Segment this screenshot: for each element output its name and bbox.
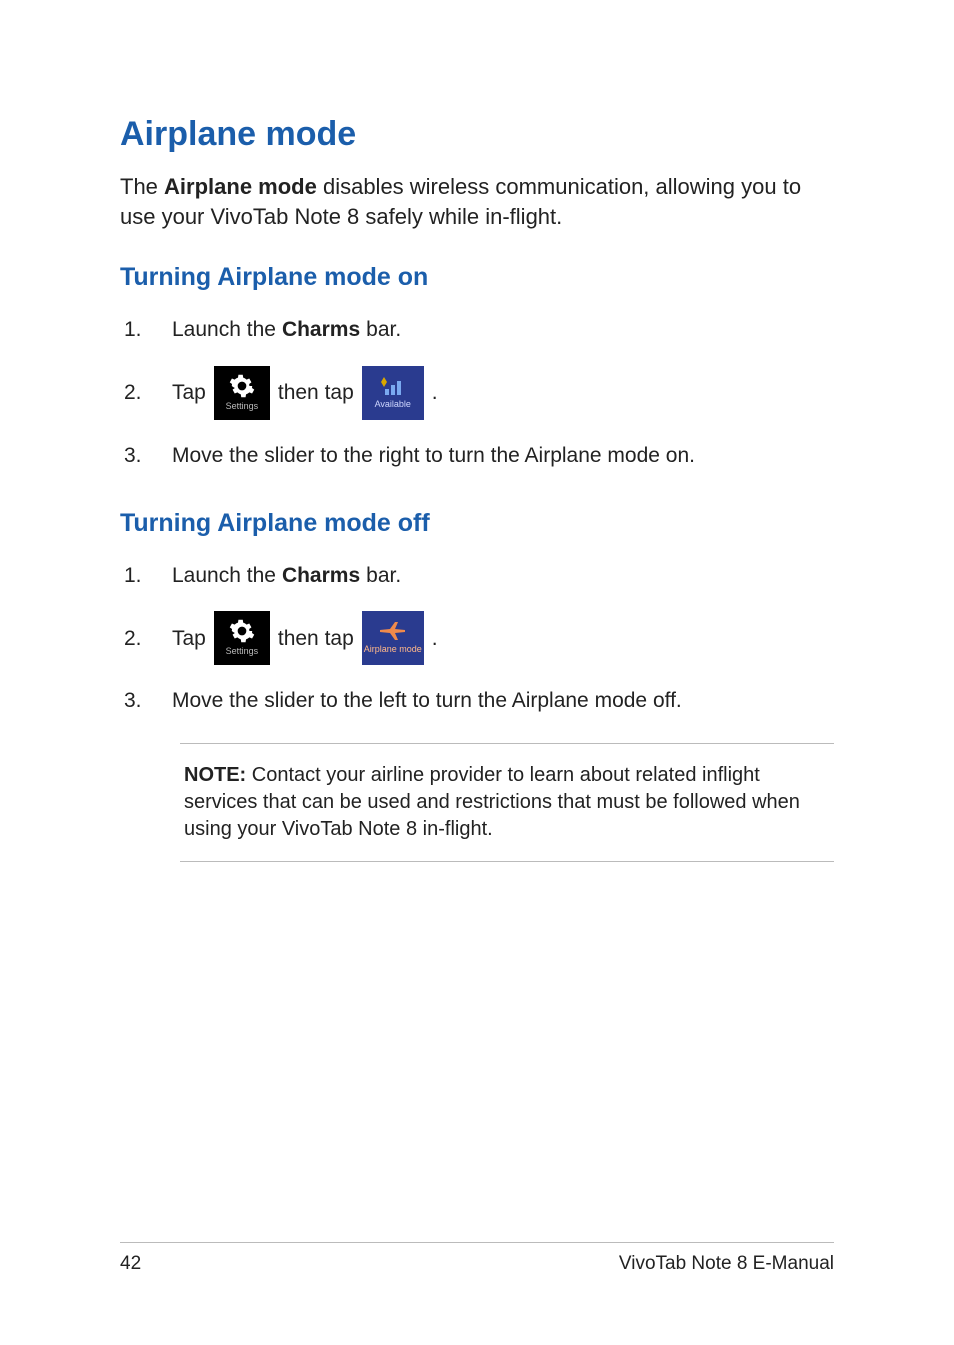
section-turning-on: Turning Airplane mode on 1. Launch the C… [120, 263, 834, 469]
step-text: then tap [278, 379, 354, 406]
step-off-2: 2. Tap Settings then tap Airplane mode . [120, 611, 834, 665]
note-text: Contact your airline provider to learn a… [184, 764, 800, 840]
intro-paragraph: The Airplane mode disables wireless comm… [120, 172, 834, 231]
airplane-icon [378, 620, 408, 642]
available-label: Available [375, 399, 411, 411]
settings-label: Settings [226, 646, 259, 658]
step-on-3: 3. Move the slider to the right to turn … [120, 442, 834, 469]
step-text: Launch the [172, 562, 276, 589]
step-number: 3. [120, 442, 172, 469]
step-off-1: 1. Launch the Charms bar. [120, 562, 834, 589]
settings-label: Settings [226, 401, 259, 413]
manual-title: VivoTab Note 8 E-Manual [619, 1253, 834, 1275]
airplane-mode-icon: Airplane mode [362, 611, 424, 665]
step-number: 2. [120, 625, 172, 652]
gear-icon [229, 618, 255, 644]
step-number: 1. [120, 316, 172, 343]
step-number: 1. [120, 562, 172, 589]
page-number: 42 [120, 1253, 141, 1275]
page-heading: Airplane mode [120, 115, 834, 154]
airplane-label: Airplane mode [364, 644, 422, 656]
section-off-heading: Turning Airplane mode off [120, 509, 834, 538]
intro-pre: The [120, 174, 164, 199]
step-off-3: 3. Move the slider to the left to turn t… [120, 687, 834, 714]
step-bold: Charms [282, 562, 360, 589]
intro-bold: Airplane mode [164, 174, 317, 199]
step-bold: Charms [282, 316, 360, 343]
note-label: NOTE: [184, 764, 246, 786]
section-on-heading: Turning Airplane mode on [120, 263, 834, 292]
step-text: bar. [366, 316, 401, 343]
step-text: Tap [172, 625, 206, 652]
step-period: . [432, 379, 438, 406]
step-on-1: 1. Launch the Charms bar. [120, 316, 834, 343]
step-text: Tap [172, 379, 206, 406]
step-text: then tap [278, 625, 354, 652]
gear-icon [229, 373, 255, 399]
step-text: Move the slider to the right to turn the… [172, 442, 695, 469]
step-text: Launch the [172, 316, 276, 343]
signal-bars-icon [379, 375, 407, 397]
network-available-icon: Available [362, 366, 424, 420]
step-text: bar. [366, 562, 401, 589]
settings-charm-icon: Settings [214, 611, 270, 665]
step-number: 3. [120, 687, 172, 714]
step-number: 2. [120, 379, 172, 406]
section-turning-off: Turning Airplane mode off 1. Launch the … [120, 509, 834, 715]
step-period: . [432, 625, 438, 652]
note-box: NOTE: Contact your airline provider to l… [180, 743, 834, 862]
step-text: Move the slider to the left to turn the … [172, 687, 682, 714]
settings-charm-icon: Settings [214, 366, 270, 420]
step-on-2: 2. Tap Settings then tap Available . [120, 366, 834, 420]
page-footer: 42 VivoTab Note 8 E-Manual [120, 1242, 834, 1275]
